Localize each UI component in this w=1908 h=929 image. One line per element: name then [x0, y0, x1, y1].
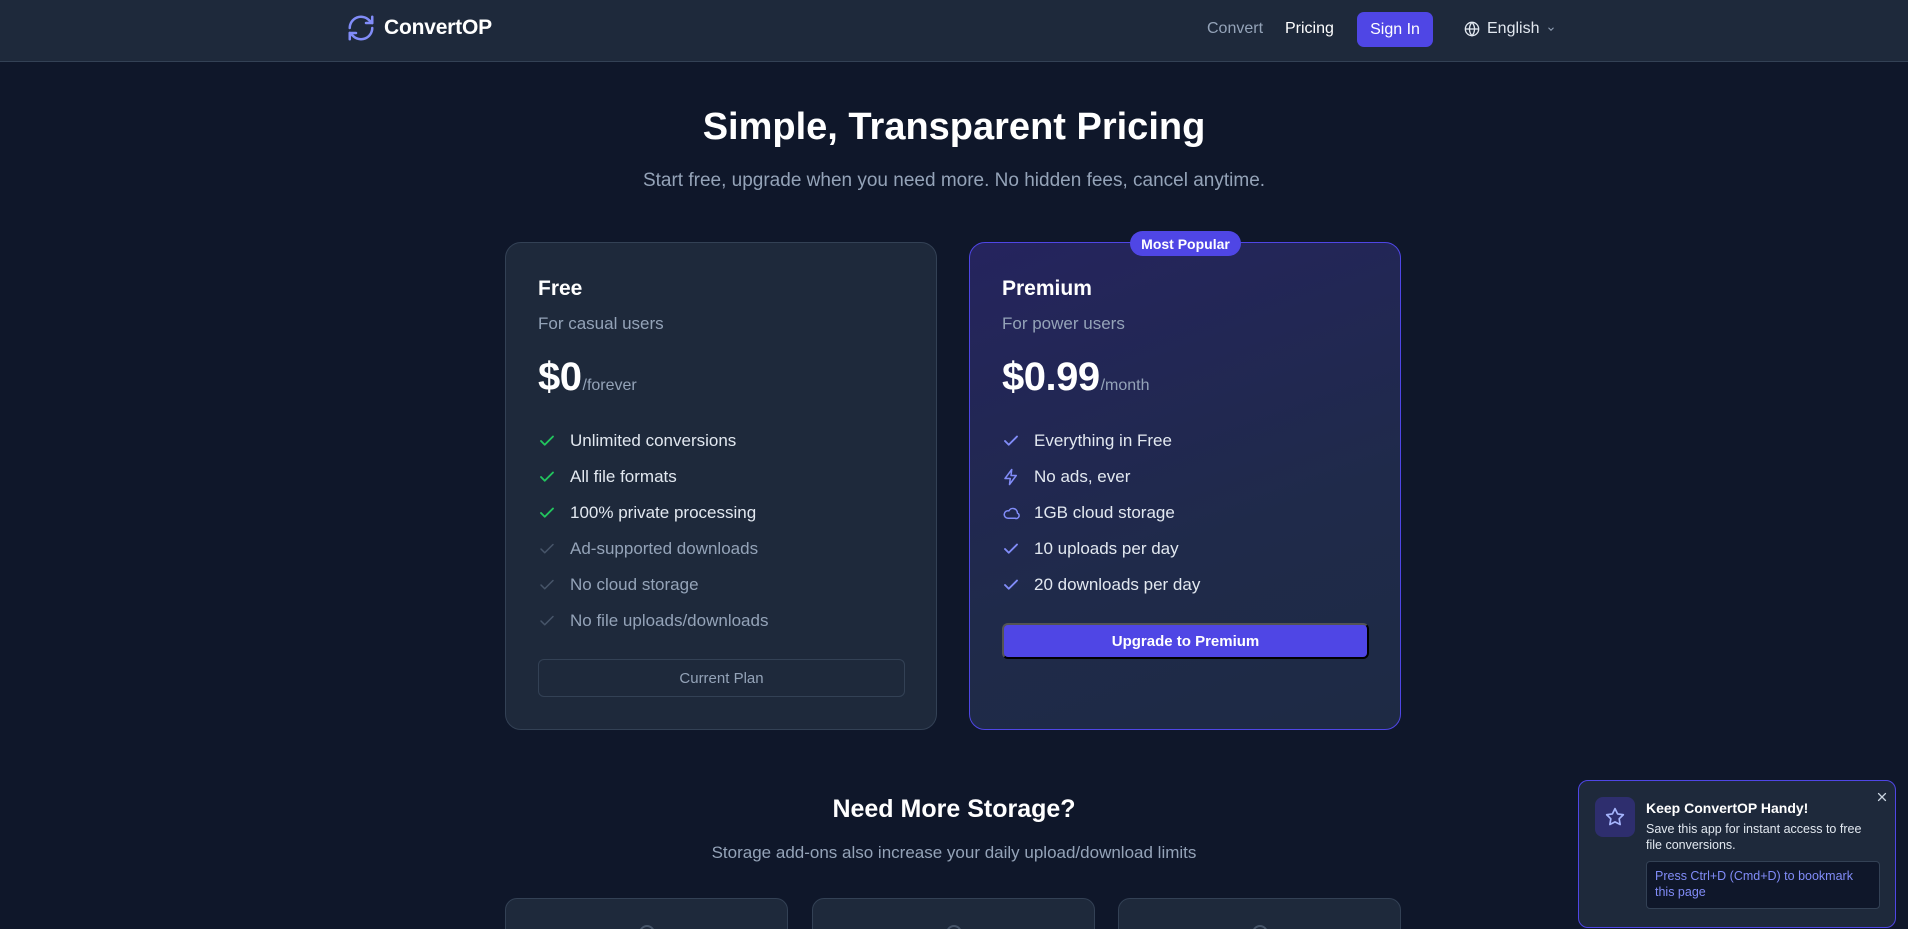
upgrade-premium-button[interactable]: Upgrade to Premium: [1002, 623, 1369, 659]
free-plan-card: Free For casual users $0 /forever Unlimi…: [505, 242, 937, 730]
brand-name: ConvertOP: [384, 16, 492, 39]
bookmark-hint: Press Ctrl+D (Cmd+D) to bookmark this pa…: [1646, 861, 1880, 909]
cloud-icon: [1003, 507, 1020, 520]
feature-item: All file formats: [538, 459, 768, 495]
check-icon: [540, 471, 554, 482]
feature-text: No ads, ever: [1034, 467, 1131, 486]
feature-list: Unlimited conversions All file formats 1…: [538, 423, 768, 639]
language-selector[interactable]: English: [1464, 20, 1556, 38]
toast-icon-wrapper: [1595, 797, 1635, 837]
plan-description: For power users: [1002, 314, 1125, 333]
most-popular-badge: Most Popular: [1130, 231, 1241, 256]
globe-icon: [1464, 21, 1480, 37]
chevron-down-icon: [1548, 27, 1555, 31]
check-icon: [540, 435, 554, 446]
check-icon: [540, 543, 554, 554]
storage-addon-card[interactable]: [812, 898, 1095, 929]
feature-item: 100% private processing: [538, 495, 768, 531]
nav-link-pricing[interactable]: Pricing: [1285, 20, 1334, 38]
sign-in-button[interactable]: Sign In: [1357, 12, 1433, 47]
plan-price: $0 /forever: [538, 355, 637, 400]
feature-text: 20 downloads per day: [1034, 575, 1201, 594]
feature-text: Ad-supported downloads: [570, 539, 759, 558]
plan-name: Free: [538, 277, 583, 300]
addon-icon: [1252, 925, 1268, 929]
storage-addon-card[interactable]: [1118, 898, 1401, 929]
close-button[interactable]: [1874, 789, 1890, 805]
lightning-icon: [1004, 468, 1017, 486]
plan-name: Premium: [1002, 277, 1092, 300]
feature-item: Ad-supported downloads: [538, 531, 768, 567]
feature-item: 1GB cloud storage: [1002, 495, 1200, 531]
feature-item: Unlimited conversions: [538, 423, 768, 459]
top-navbar: ConvertOP Convert Pricing Sign In Englis…: [0, 0, 1908, 62]
check-icon: [1004, 435, 1018, 446]
feature-item: 10 uploads per day: [1002, 531, 1200, 567]
price-period: /forever: [582, 377, 637, 394]
feature-item: 20 downloads per day: [1002, 567, 1200, 603]
close-icon: [1877, 792, 1887, 802]
feature-text: 100% private processing: [570, 503, 757, 522]
addon-icon: [946, 925, 962, 929]
toast-body: Save this app for instant access to free…: [1646, 822, 1862, 852]
plan-description: For casual users: [538, 314, 664, 333]
check-icon: [540, 579, 554, 590]
feature-text: 10 uploads per day: [1034, 539, 1179, 558]
price-amount: $0.99: [1002, 355, 1100, 399]
premium-plan-card: Premium For power users $0.99 /month Eve…: [969, 242, 1401, 730]
star-icon: [1605, 807, 1625, 826]
feature-text: 1GB cloud storage: [1034, 503, 1175, 522]
toast-title: Keep ConvertOP Handy!: [1646, 800, 1809, 816]
language-label: English: [1487, 20, 1540, 37]
feature-text: Everything in Free: [1034, 431, 1172, 450]
current-plan-button[interactable]: Current Plan: [538, 659, 905, 697]
addon-icon: [639, 925, 655, 929]
feature-text: Unlimited conversions: [570, 431, 737, 450]
feature-text: No file uploads/downloads: [570, 611, 769, 630]
price-period: /month: [1100, 377, 1150, 394]
check-icon: [540, 507, 554, 518]
nav-link-convert[interactable]: Convert: [1207, 20, 1263, 38]
feature-item: Everything in Free: [1002, 423, 1200, 459]
page-title: Simple, Transparent Pricing: [702, 106, 1206, 148]
plan-price: $0.99 /month: [1002, 355, 1150, 400]
feature-item: No cloud storage: [538, 567, 768, 603]
feature-list: Everything in Free No ads, ever 1GB clou…: [1002, 423, 1200, 603]
feature-item: No ads, ever: [1002, 459, 1200, 495]
feature-item: No file uploads/downloads: [538, 603, 768, 639]
feature-text: No cloud storage: [570, 575, 699, 594]
check-icon: [540, 615, 554, 626]
bookmark-toast: Keep ConvertOP Handy! Save this app for …: [1578, 780, 1896, 928]
storage-addon-card[interactable]: [505, 898, 788, 929]
feature-text: All file formats: [570, 467, 677, 486]
page-subtitle: Start free, upgrade when you need more. …: [642, 170, 1266, 191]
brand-logo[interactable]: ConvertOP: [346, 13, 492, 43]
price-amount: $0: [538, 355, 582, 399]
refresh-icon: [348, 15, 374, 41]
check-icon: [1004, 579, 1018, 590]
check-icon: [1004, 543, 1018, 554]
